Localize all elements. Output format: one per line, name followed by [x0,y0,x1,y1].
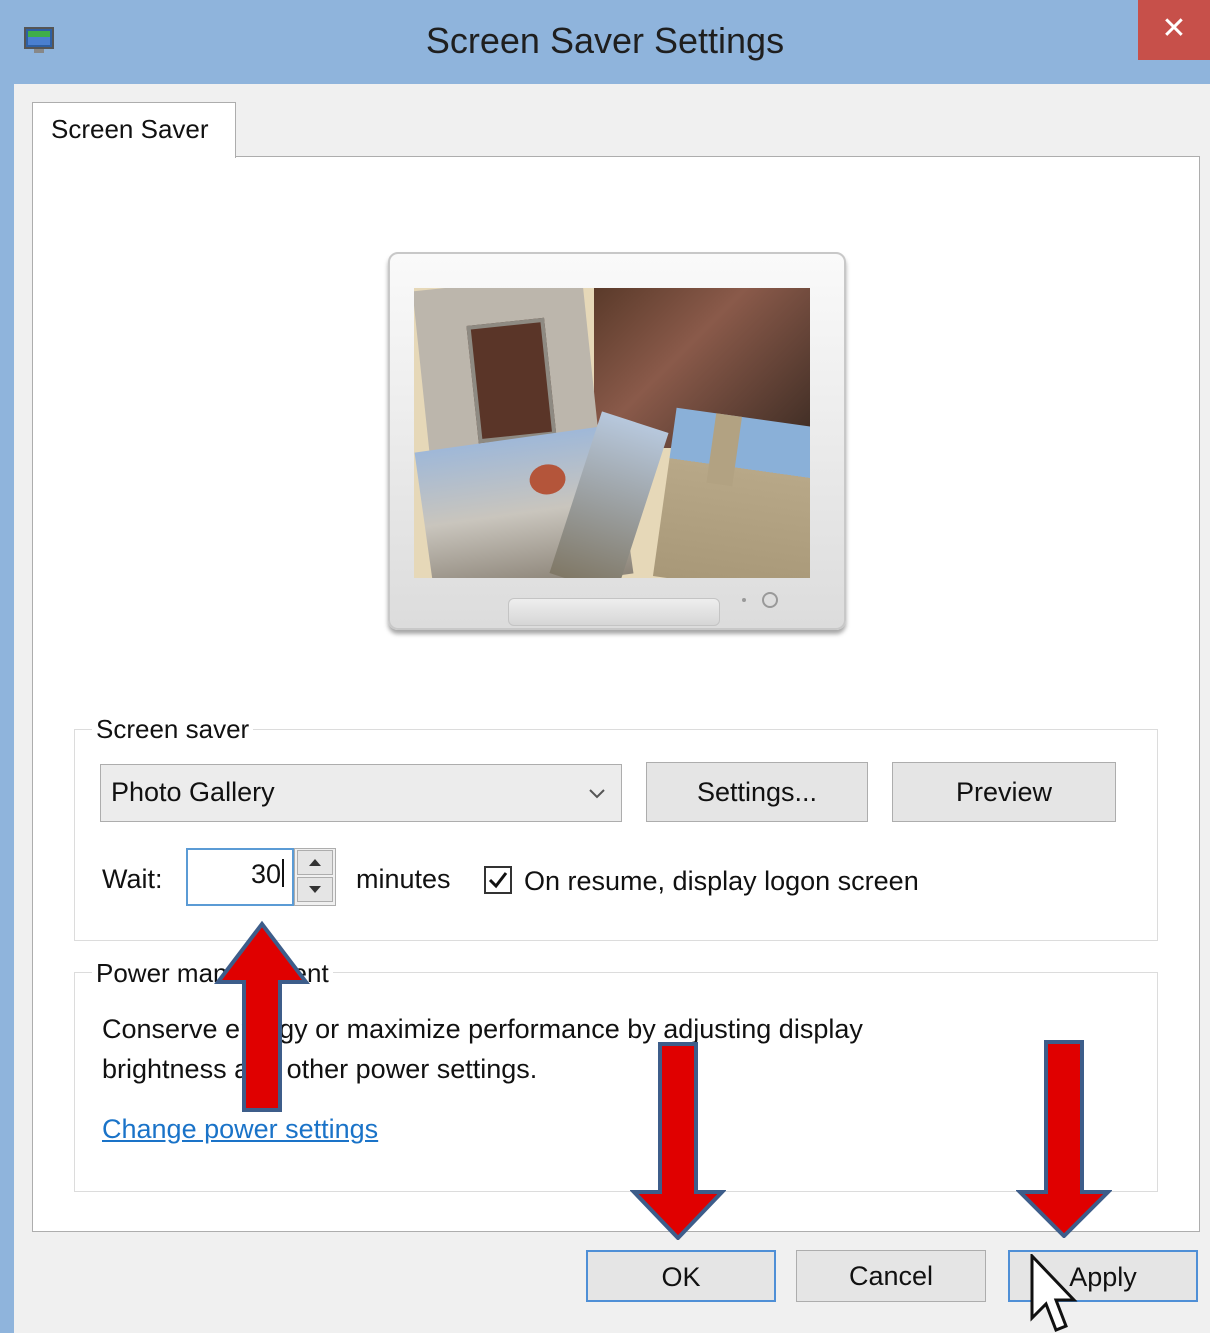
checkmark-icon [488,872,508,889]
screen-saver-group-label: Screen saver [92,714,254,745]
tab-screen-saver[interactable]: Screen Saver [32,102,236,158]
screen-saver-selected: Photo Gallery [111,777,275,807]
close-button[interactable]: ✕ [1138,0,1210,60]
wait-minutes-value: 30 [250,859,281,889]
ok-button[interactable]: OK [586,1250,776,1302]
annotation-arrow-down-ok [630,1042,726,1240]
minutes-label: minutes [356,864,451,894]
annotation-arrow-down-apply [1016,1040,1112,1238]
monitor-led [742,598,746,602]
power-description-line2: brightness and other power settings. [102,1054,538,1084]
preview-screen [414,288,810,578]
close-icon[interactable]: ✕ [1161,12,1186,45]
mouse-cursor-icon [1030,1254,1078,1332]
settings-button[interactable]: Settings... [646,762,868,822]
resume-logon-label[interactable]: On resume, display logon screen [524,866,919,897]
cancel-button[interactable]: Cancel [796,1250,986,1302]
window-title: Screen Saver Settings [425,20,785,61]
spin-down-button[interactable] [297,877,333,902]
preview-photo-palazzo [652,407,810,578]
spin-up-icon [309,859,321,866]
preview-button[interactable]: Preview [892,762,1116,822]
preview-monitor [388,252,846,630]
wait-label: Wait: [102,864,163,894]
screen-saver-dropdown[interactable]: Photo Gallery [100,764,622,822]
screen-saver-group [74,729,1158,941]
chevron-down-icon [589,789,605,799]
monitor-power-button [762,592,778,608]
text-caret [282,859,284,887]
spin-up-button[interactable] [297,850,333,875]
wait-minutes-input[interactable]: 30 [186,848,294,906]
change-power-settings-link[interactable]: Change power settings [102,1114,378,1145]
resume-logon-checkbox[interactable] [484,866,512,894]
wait-spinner[interactable] [294,848,336,906]
title-bar[interactable]: Screen Saver Settings ✕ [0,0,1210,84]
monitor-base [508,598,720,626]
spin-down-icon [309,886,321,893]
annotation-arrow-up-wait [214,920,310,1112]
